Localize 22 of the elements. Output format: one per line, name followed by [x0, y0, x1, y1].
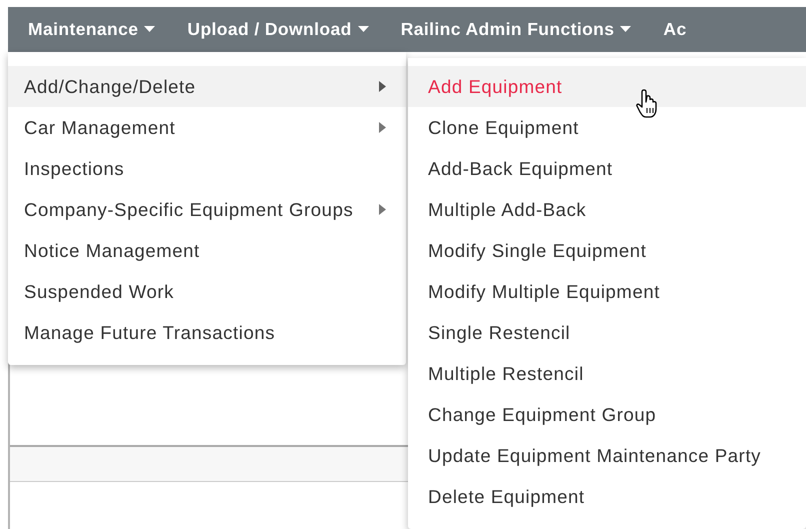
menu-item[interactable]: Car Management	[8, 107, 406, 148]
submenu-item[interactable]: Clone Equipment	[408, 107, 806, 148]
menu-item[interactable]: Notice Management	[8, 230, 406, 271]
menu-item[interactable]: Manage Future Transactions	[8, 312, 406, 353]
nav-menu-item[interactable]: Upload / Download	[187, 19, 369, 40]
menu-item[interactable]: Suspended Work	[8, 271, 406, 312]
submenu-item[interactable]: Change Equipment Group	[408, 394, 806, 435]
submenu-item[interactable]: Update Equipment Maintenance Party	[408, 435, 806, 476]
menu-item[interactable]: Inspections	[8, 148, 406, 189]
submenu-item[interactable]: Modify Single Equipment	[408, 230, 806, 271]
submenu-item[interactable]: Single Restencil	[408, 312, 806, 353]
nav-menu-item[interactable]: Maintenance	[28, 19, 156, 40]
submenu-item[interactable]: Add Equipment	[408, 66, 806, 107]
nav-menu-item[interactable]: Ac	[663, 19, 687, 40]
nav-menu-item[interactable]: Railinc Admin Functions	[400, 19, 632, 40]
submenu-item[interactable]: Add-Back Equipment	[408, 148, 806, 189]
submenu-item[interactable]: Multiple Restencil	[408, 353, 806, 394]
submenu-item[interactable]: Modify Multiple Equipment	[408, 271, 806, 312]
menu-item[interactable]: Company-Specific Equipment Groups	[8, 189, 406, 230]
menu-item[interactable]: Add/Change/Delete	[8, 66, 406, 107]
submenu-item[interactable]: Delete Equipment	[408, 476, 806, 517]
submenu-item[interactable]: Multiple Add-Back	[408, 189, 806, 230]
